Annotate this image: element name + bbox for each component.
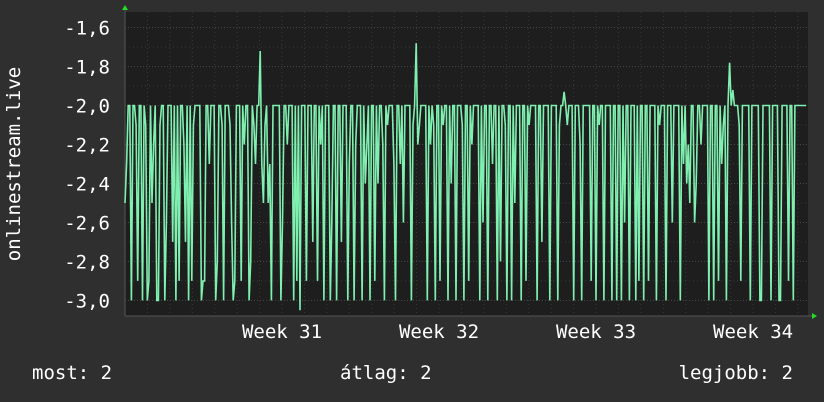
x-tick-label: Week 31 [242,321,322,343]
y-tick-label: -2,4 [64,173,110,195]
y-tick-label: -2,2 [64,135,110,157]
x-tick-label: Week 34 [713,321,793,343]
x-tick-label: Week 33 [556,321,636,343]
line-chart: -1,6 -1,8 -2,0 -2,2 -2,4 -2,6 -2,8 -3,0 Week 31 W… [3,5,817,343]
y-tick-label: -1,6 [64,18,110,40]
y-axis-arrow [122,5,128,10]
y-tick-label: -3,0 [64,290,110,312]
x-tick-label: Week 32 [399,321,479,343]
stat-current: most: 2 [32,362,113,384]
stats-bar: most: 2 átlag: 2 legjobb: 2 [0,362,824,388]
y-tick-label: -2,8 [64,251,110,273]
y-tick-label: -1,8 [64,57,110,79]
y-tick-label: -2,6 [64,212,110,234]
stat-average: átlag: 2 [340,362,432,384]
stat-best: legjobb: 2 [678,362,793,384]
y-tick-label: -2,0 [64,96,110,118]
x-axis-arrow [812,313,817,319]
y-axis-label: onlinestream.live [3,67,25,261]
